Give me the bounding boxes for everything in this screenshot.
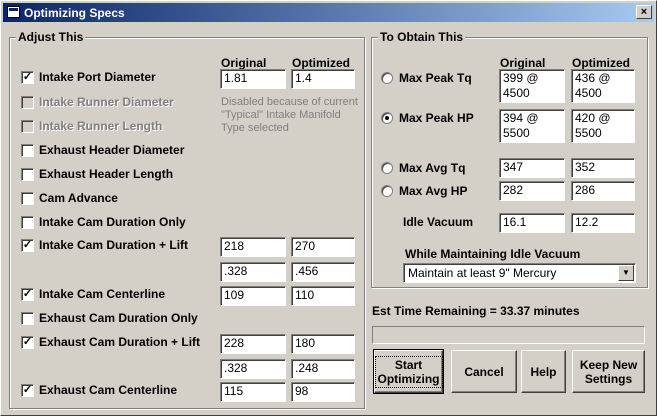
optimized-max-avg-hp: 286 xyxy=(571,181,635,201)
original-lift-intake-cam-duration-lift[interactable]: .328 xyxy=(220,262,286,282)
optimized-intake-port-diameter[interactable]: 1.4 xyxy=(291,69,355,89)
idle-vacuum-select[interactable]: Maintain at least 9" Mercury ▼ xyxy=(403,263,636,283)
obtain-col-original-header: Original xyxy=(500,56,546,70)
radio-max-avg-hp[interactable] xyxy=(381,185,393,197)
label-exhaust-cam-duration-only: Exhaust Cam Duration Only xyxy=(39,311,198,325)
optimizing-specs-window: Optimizing Specs × Adjust This Original O… xyxy=(0,0,657,416)
idle-vacuum-select-value: Maintain at least 9" Mercury xyxy=(408,266,557,280)
label-exhaust-header-diameter: Exhaust Header Diameter xyxy=(39,143,185,157)
optimized-max-peak-tq: 436 @ 4500 xyxy=(571,69,635,103)
optimized-max-avg-tq: 352 xyxy=(571,158,635,178)
checkbox-exhaust-cam-centerline[interactable]: ✓ xyxy=(21,384,34,397)
start-optimizing-button[interactable]: Start Optimizing xyxy=(373,349,444,394)
checkbox-intake-runner-length xyxy=(21,120,34,133)
optimized-exhaust-cam-centerline[interactable]: 98 xyxy=(291,382,355,402)
disabled-note: Disabled because of current "Typical" In… xyxy=(221,96,358,134)
optimized-intake-cam-centerline[interactable]: 110 xyxy=(291,286,355,306)
original-intake-cam-duration-lift[interactable]: 218 xyxy=(220,237,286,257)
adjust-col-original-header: Original xyxy=(221,56,267,70)
keep-new-settings-button[interactable]: Keep New Settings xyxy=(572,350,645,393)
checkbox-exhaust-cam-duration-lift[interactable]: ✓ xyxy=(21,336,34,349)
checkbox-exhaust-header-diameter[interactable] xyxy=(21,144,34,157)
optimized-idle-vacuum: 12.2 xyxy=(571,213,635,233)
radio-max-peak-hp[interactable] xyxy=(381,112,393,124)
label-intake-cam-duration-only: Intake Cam Duration Only xyxy=(39,215,186,229)
window-title: Optimizing Specs xyxy=(24,6,125,20)
close-button[interactable]: × xyxy=(636,5,652,19)
original-max-peak-tq: 399 @ 4500 xyxy=(499,69,565,103)
original-intake-port-diameter[interactable]: 1.81 xyxy=(220,69,286,89)
label-exhaust-header-length: Exhaust Header Length xyxy=(39,167,174,181)
maintain-idle-vacuum-label: While Maintaining Idle Vacuum xyxy=(405,247,581,261)
optimized-max-peak-hp: 420 @ 5500 xyxy=(571,109,635,143)
checkbox-exhaust-header-length[interactable] xyxy=(21,168,34,181)
label-exhaust-cam-centerline: Exhaust Cam Centerline xyxy=(39,383,178,397)
optimization-progress-bar xyxy=(372,326,645,344)
checkbox-intake-cam-duration-only[interactable] xyxy=(21,216,34,229)
checkbox-exhaust-cam-duration-only[interactable] xyxy=(21,312,34,325)
label-idle-vacuum: Idle Vacuum xyxy=(403,215,474,229)
checkbox-intake-cam-centerline[interactable]: ✓ xyxy=(21,288,34,301)
optimized-lift-intake-cam-duration-lift[interactable]: .456 xyxy=(291,262,355,282)
checkbox-intake-cam-duration-lift[interactable]: ✓ xyxy=(21,239,34,252)
help-button[interactable]: Help xyxy=(521,350,566,393)
label-intake-runner-length: Intake Runner Length xyxy=(39,119,163,133)
chevron-down-icon[interactable]: ▼ xyxy=(618,265,634,281)
to-obtain-this-title: To Obtain This xyxy=(378,30,466,44)
label-max-peak-hp: Max Peak HP xyxy=(399,111,474,125)
app-icon xyxy=(7,6,20,18)
label-intake-cam-centerline: Intake Cam Centerline xyxy=(39,287,166,301)
label-intake-port-diameter: Intake Port Diameter xyxy=(39,70,156,84)
optimized-intake-cam-duration-lift[interactable]: 270 xyxy=(291,237,355,257)
label-max-peak-tq: Max Peak Tq xyxy=(399,71,472,85)
label-max-avg-tq: Max Avg Tq xyxy=(399,161,466,175)
cancel-button[interactable]: Cancel xyxy=(451,350,517,393)
title-bar[interactable]: Optimizing Specs × xyxy=(3,3,654,22)
checkbox-cam-advance[interactable] xyxy=(21,192,34,205)
radio-max-avg-tq[interactable] xyxy=(381,162,393,174)
label-exhaust-cam-duration-lift: Exhaust Cam Duration + Lift xyxy=(39,335,201,349)
original-max-peak-hp: 394 @ 5500 xyxy=(499,109,565,143)
original-exhaust-cam-duration-lift[interactable]: 228 xyxy=(220,334,286,354)
original-exhaust-cam-centerline[interactable]: 115 xyxy=(220,382,286,402)
optimized-exhaust-cam-duration-lift[interactable]: 180 xyxy=(291,334,355,354)
adjust-col-optimized-header: Optimized xyxy=(292,56,351,70)
est-time-remaining: Est Time Remaining = 33.37 minutes xyxy=(372,304,580,318)
original-intake-cam-centerline[interactable]: 109 xyxy=(220,286,286,306)
original-idle-vacuum: 16.1 xyxy=(499,213,565,233)
adjust-this-title: Adjust This xyxy=(16,30,86,44)
original-max-avg-tq: 347 xyxy=(499,158,565,178)
obtain-col-optimized-header: Optimized xyxy=(572,56,631,70)
optimized-lift-exhaust-cam-duration-lift[interactable]: .248 xyxy=(291,359,355,379)
checkbox-intake-runner-diameter xyxy=(21,96,34,109)
original-max-avg-hp: 282 xyxy=(499,181,565,201)
radio-max-peak-tq[interactable] xyxy=(381,72,393,84)
original-lift-exhaust-cam-duration-lift[interactable]: .328 xyxy=(220,359,286,379)
checkbox-intake-port-diameter[interactable]: ✓ xyxy=(21,71,34,84)
label-intake-cam-duration-lift: Intake Cam Duration + Lift xyxy=(39,238,189,252)
label-max-avg-hp: Max Avg HP xyxy=(399,184,468,198)
label-intake-runner-diameter: Intake Runner Diameter xyxy=(39,95,174,109)
label-cam-advance: Cam Advance xyxy=(39,191,118,205)
